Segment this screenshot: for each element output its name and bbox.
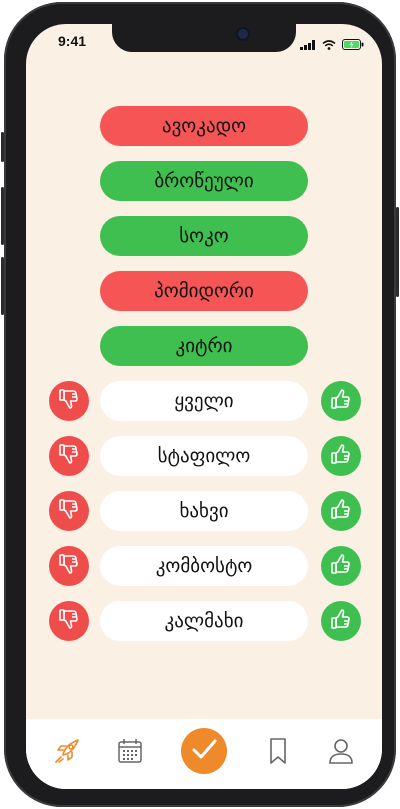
list-item: კომბოსტო — [26, 546, 382, 586]
ingredient-pill: კომბოსტო — [100, 546, 308, 586]
like-button[interactable] — [321, 491, 361, 531]
ingredient-pill[interactable]: პომიდორი — [100, 271, 308, 311]
list-item: ყველი — [26, 381, 382, 421]
calendar-icon — [117, 737, 143, 769]
ingredient-pill[interactable]: კიტრი — [100, 326, 308, 366]
signal-icon — [300, 35, 316, 54]
status-icons — [300, 35, 364, 54]
camera — [238, 29, 248, 39]
rocket-icon — [53, 737, 81, 769]
like-button[interactable] — [321, 601, 361, 641]
thumbs-up-icon — [329, 607, 353, 635]
dislike-button[interactable] — [49, 546, 89, 586]
ingredient-pill: ყველი — [100, 381, 308, 421]
tab-profile[interactable] — [326, 737, 356, 769]
checkmark-icon — [189, 734, 219, 768]
bookmark-icon — [267, 737, 289, 769]
power-button — [396, 207, 399, 297]
dislike-button[interactable] — [49, 601, 89, 641]
list-item: ავოკადო — [26, 106, 382, 146]
like-button[interactable] — [321, 546, 361, 586]
volume-down-button — [1, 257, 4, 315]
ingredient-pill: სტაფილო — [100, 436, 308, 476]
thumbs-up-icon — [329, 442, 353, 470]
ingredient-pill[interactable]: ავოკადო — [100, 106, 308, 146]
volume-up-button — [1, 187, 4, 245]
list-item: პომიდორი — [26, 271, 382, 311]
dislike-button[interactable] — [49, 491, 89, 531]
dislike-button[interactable] — [49, 381, 89, 421]
list-item: სოკო — [26, 216, 382, 256]
thumbs-up-icon — [329, 387, 353, 415]
screen: 9:41 ავოკადო ბროწეული სოკო პომიდორი კიტრ… — [26, 24, 382, 789]
tab-bookmark[interactable] — [263, 737, 293, 769]
thumbs-down-icon — [57, 442, 81, 470]
status-time: 9:41 — [58, 33, 87, 49]
phone-frame: 9:41 ავოკადო ბროწეული სოკო პომიდორი კიტრ… — [1, 2, 399, 807]
dislike-button[interactable] — [49, 436, 89, 476]
ingredient-pill[interactable]: ბროწეული — [100, 161, 308, 201]
ingredient-pill: კალმახი — [100, 601, 308, 641]
list-item: კალმახი — [26, 601, 382, 641]
thumbs-up-icon — [329, 552, 353, 580]
list-item: კიტრი — [26, 326, 382, 366]
list-item: ბროწეული — [26, 161, 382, 201]
thumbs-down-icon — [57, 387, 81, 415]
like-button[interactable] — [321, 381, 361, 421]
tab-calendar[interactable] — [115, 737, 145, 769]
mute-switch — [1, 132, 4, 162]
tab-rocket[interactable] — [52, 737, 82, 769]
ingredient-pill: ხახვი — [100, 491, 308, 531]
tab-bar — [26, 719, 382, 789]
thumbs-down-icon — [57, 552, 81, 580]
ingredient-pill[interactable]: სოკო — [100, 216, 308, 256]
list-item: სტაფილო — [26, 436, 382, 476]
battery-icon — [342, 35, 364, 54]
thumbs-up-icon — [329, 497, 353, 525]
notch — [112, 24, 296, 52]
profile-icon — [327, 737, 355, 769]
tab-checkmark[interactable] — [181, 728, 227, 774]
thumbs-down-icon — [57, 607, 81, 635]
list-item: ხახვი — [26, 491, 382, 531]
like-button[interactable] — [321, 436, 361, 476]
thumbs-down-icon — [57, 497, 81, 525]
wifi-icon — [322, 35, 336, 54]
